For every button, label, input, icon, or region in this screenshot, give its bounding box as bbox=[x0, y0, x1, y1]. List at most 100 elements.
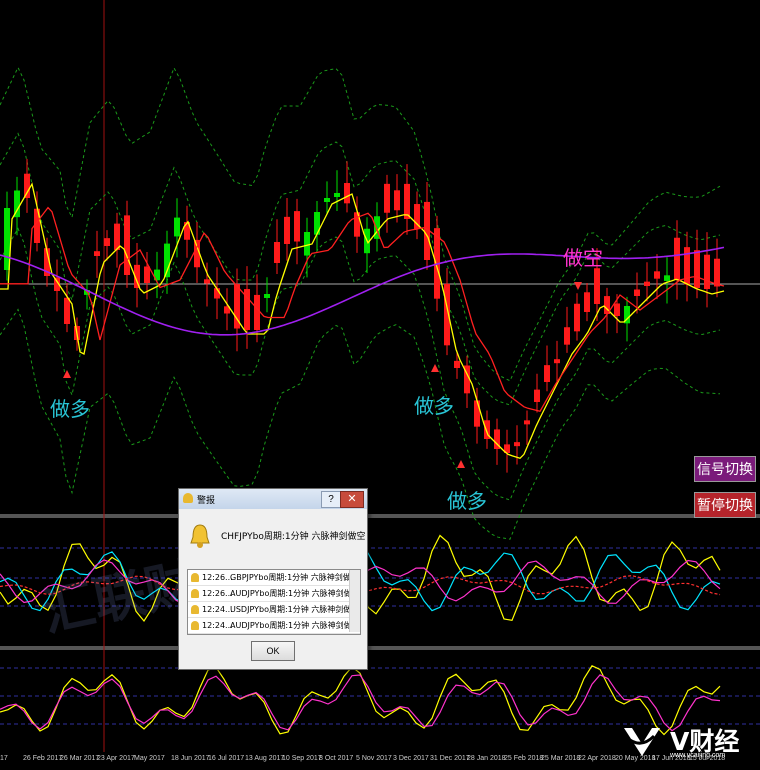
candle-body bbox=[534, 389, 540, 402]
date-tick-label: 10 Sep 2017 bbox=[282, 755, 322, 762]
list-item[interactable]: 12:24... USDJPYbo周期:1分钟 六脉神剑做多 bbox=[188, 602, 360, 618]
candle-body bbox=[274, 242, 280, 263]
candle-body bbox=[104, 238, 110, 246]
candle-body bbox=[384, 183, 390, 213]
bell-icon bbox=[191, 605, 199, 614]
date-tick-label: May 2017 bbox=[134, 755, 165, 762]
help-button[interactable]: ? bbox=[321, 491, 341, 508]
list-item-text: AUDJPYbo周期:1分钟 六脉神剑做多 bbox=[230, 621, 360, 630]
pause-switch-button[interactable]: 暂停切换 bbox=[694, 492, 756, 518]
bell-icon bbox=[191, 573, 199, 582]
date-tick-label: 16 Jul 2017 bbox=[208, 755, 245, 762]
inner-upper-band bbox=[0, 132, 721, 406]
date-tick-label: 28 Jan 2018 bbox=[467, 755, 506, 762]
panel-divider bbox=[0, 514, 760, 518]
dialog-title: 警报 bbox=[197, 495, 216, 506]
candle-body bbox=[474, 400, 480, 427]
buy-arrow-icon bbox=[431, 364, 439, 372]
buy-signal-label-3: 做多 bbox=[447, 489, 487, 513]
candle-body bbox=[264, 294, 270, 298]
candle-body bbox=[284, 216, 290, 244]
list-item-time: 12:26... bbox=[202, 573, 233, 582]
candle-body bbox=[554, 359, 560, 364]
dialog-titlebar[interactable]: 警报 ? ✕ bbox=[179, 489, 367, 509]
alert-history-list[interactable]: 12:26... GBPJPYbo周期:1分钟 六脉神剑做多 12:26... AU… bbox=[187, 569, 361, 635]
date-tick-label: 25 Mar 2018 bbox=[541, 755, 581, 762]
candle-body bbox=[514, 442, 520, 447]
vcaijing-logo: V财经 www.vcaijing.com bbox=[620, 722, 756, 762]
date-tick-label: 25 Feb 2018 bbox=[504, 755, 544, 762]
signal-switch-button[interactable]: 信号切换 bbox=[694, 456, 756, 482]
candle-body bbox=[714, 258, 720, 287]
sell-signal-label: 做空 bbox=[563, 246, 603, 270]
inner-lower-band bbox=[0, 227, 721, 501]
date-tick-label: 23 Apr 2017 bbox=[97, 755, 135, 762]
bell-icon bbox=[191, 589, 199, 598]
sell-arrow-icon bbox=[574, 282, 582, 290]
list-item[interactable]: 12:26... GBPJPYbo周期:1分钟 六脉神剑做多 bbox=[188, 570, 360, 586]
close-button[interactable]: ✕ bbox=[340, 491, 364, 508]
date-tick-label: 17 bbox=[0, 755, 8, 762]
candle-body bbox=[204, 279, 210, 284]
candle-body bbox=[654, 271, 660, 279]
candle-body bbox=[144, 266, 150, 283]
bell-icon bbox=[191, 621, 199, 630]
candle-body bbox=[394, 190, 400, 211]
purple-ma-line bbox=[0, 246, 725, 336]
list-item-text: AUDJPYbo周期:1分钟 六脉神剑做多 bbox=[230, 589, 360, 598]
date-tick-label: 3 Dec 2017 bbox=[393, 755, 429, 762]
bell-icon bbox=[183, 493, 193, 503]
candle-body bbox=[664, 275, 670, 281]
alert-bell-icon bbox=[190, 524, 210, 548]
candle-body bbox=[694, 250, 700, 288]
yellow-ma-line bbox=[0, 182, 725, 460]
alert-message: CHFJPYbo周期:1分钟 六脉神剑做空 bbox=[221, 532, 366, 542]
candle-body bbox=[524, 420, 530, 425]
date-tick-label: 26 Feb 2017 bbox=[23, 755, 63, 762]
date-tick-label: 8 Oct 2017 bbox=[319, 755, 354, 762]
logo-url: www.vcaijing.com bbox=[670, 752, 726, 759]
date-tick-label: 13 Aug 2017 bbox=[245, 755, 285, 762]
candle-body bbox=[564, 327, 570, 345]
date-tick-label: 31 Dec 2017 bbox=[430, 755, 470, 762]
candle-body bbox=[544, 365, 550, 382]
candle-body bbox=[174, 217, 180, 237]
candle-body bbox=[254, 294, 260, 330]
candle-body bbox=[454, 360, 460, 368]
buy-arrow-icon bbox=[457, 460, 465, 468]
indicator-magenta-line bbox=[0, 674, 721, 732]
candle-body bbox=[324, 198, 330, 202]
list-item-text: USDJPYbo周期:1分钟 六脉神剑做多 bbox=[230, 605, 360, 614]
candle-body bbox=[614, 303, 620, 316]
candle-body bbox=[574, 303, 580, 332]
date-tick-label: 5 Nov 2017 bbox=[356, 755, 392, 762]
list-item[interactable]: 12:24... AUDJPYbo周期:1分钟 六脉神剑做多 bbox=[188, 618, 360, 634]
list-item-text: GBPJPYbo周期:1分钟 六脉神剑做多 bbox=[230, 573, 359, 582]
list-item[interactable]: 12:26... AUDJPYbo周期:1分钟 六脉神剑做多 bbox=[188, 586, 360, 602]
candle-body bbox=[304, 232, 310, 256]
list-item-time: 12:24... bbox=[202, 621, 233, 630]
ok-button[interactable]: OK bbox=[251, 641, 295, 661]
date-tick-label: 22 Apr 2018 bbox=[578, 755, 616, 762]
candle-body bbox=[94, 251, 100, 256]
candle-body bbox=[314, 212, 320, 235]
candle-body bbox=[344, 183, 350, 204]
candle-body bbox=[674, 237, 680, 280]
price-chart bbox=[0, 0, 760, 752]
date-tick-label: 18 Jun 2017 bbox=[171, 755, 210, 762]
panel-divider bbox=[0, 646, 760, 650]
candle-body bbox=[634, 289, 640, 296]
candle-body bbox=[124, 215, 130, 275]
candle-body bbox=[584, 292, 590, 312]
list-scrollbar[interactable] bbox=[349, 570, 360, 632]
logo-mark-icon bbox=[624, 728, 660, 756]
candle-body bbox=[24, 173, 30, 198]
candle-body bbox=[644, 281, 650, 286]
buy-signal-label-2: 做多 bbox=[414, 394, 454, 418]
candle-body bbox=[334, 193, 340, 197]
candle-body bbox=[594, 268, 600, 304]
alert-dialog: 警报 ? ✕ CHFJPYbo周期:1分钟 六脉神剑做空 12:26... GBP… bbox=[178, 488, 368, 670]
candle-body bbox=[404, 183, 410, 219]
date-tick-label: 26 Mar 2017 bbox=[60, 755, 100, 762]
list-item-time: 12:24... bbox=[202, 605, 233, 614]
